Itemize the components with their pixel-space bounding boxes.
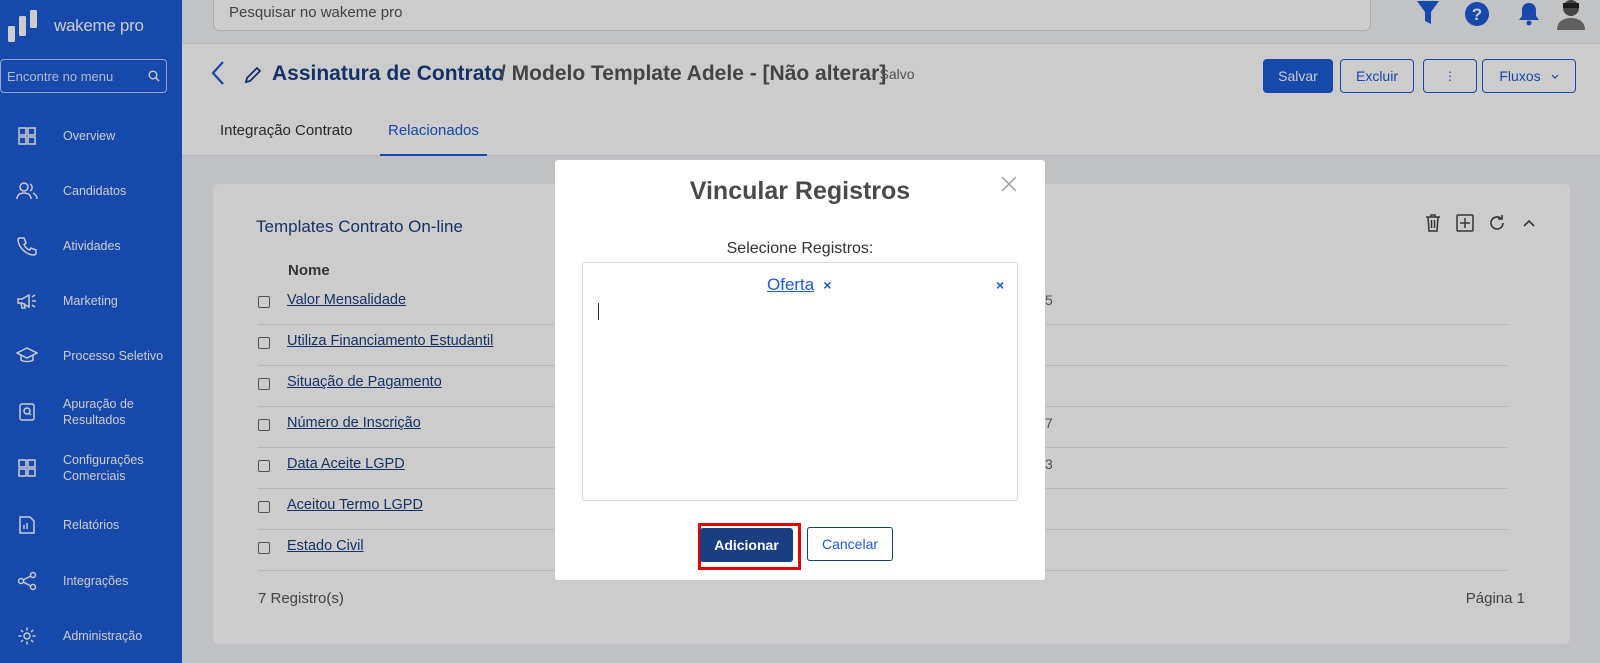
tag-remove-icon[interactable]: × <box>823 277 831 293</box>
text-caret <box>598 303 599 320</box>
modal-title: Vincular Registros <box>689 177 911 205</box>
add-button[interactable]: Adicionar <box>700 528 793 562</box>
records-multiselect[interactable]: Oferta × × <box>582 262 1018 501</box>
select-records-label: Selecione Registros: <box>726 240 874 257</box>
selected-tag-label[interactable]: Oferta <box>767 275 814 295</box>
link-records-modal: Vincular Registros Selecione Registros: … <box>555 160 1045 580</box>
clear-all-icon[interactable]: × <box>996 277 1004 293</box>
cancel-button[interactable]: Cancelar <box>807 527 893 561</box>
selected-tag: Oferta × <box>767 275 831 295</box>
close-icon[interactable] <box>998 173 1020 195</box>
